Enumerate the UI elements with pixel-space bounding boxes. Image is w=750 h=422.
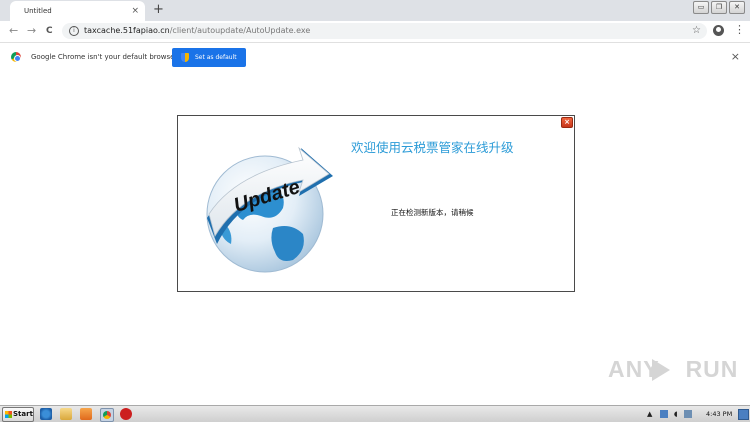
system-tray: ▲ ◖ (647, 406, 692, 422)
volume-icon[interactable]: ◖ (674, 410, 678, 418)
watermark-play-icon (652, 359, 670, 381)
shield-icon (181, 53, 189, 62)
warning-shield-icon[interactable] (120, 408, 132, 420)
page-content: × Update 欢迎使用云税票管家在线升级 正在检测新版本，请稍候 (0, 71, 750, 405)
new-tab-button[interactable]: + (153, 3, 164, 17)
chrome-logo-icon (11, 52, 21, 62)
dialog-close-button[interactable]: × (561, 117, 573, 128)
tab-close-icon[interactable]: × (131, 1, 139, 21)
menu-dots-icon[interactable]: ⋮ (734, 23, 745, 37)
update-dialog: × Update 欢迎使用云税票管家在线升级 正在检测新版本，请稍候 (177, 115, 575, 292)
tab-title: Untitled (24, 7, 52, 15)
profile-avatar-icon[interactable] (713, 25, 724, 36)
network-icon[interactable] (683, 410, 692, 418)
taskbar-clock[interactable]: 4:43 PM (706, 406, 732, 422)
flag-icon[interactable] (659, 410, 668, 418)
infobar-message: Google Chrome isn't your default browser (31, 53, 178, 61)
bookmark-star-icon[interactable]: ☆ (692, 23, 701, 39)
anyrun-watermark: ANY RUN (608, 356, 738, 383)
restore-button[interactable]: ❐ (711, 1, 727, 14)
browser-tab[interactable]: Untitled × (10, 1, 145, 21)
show-desktop-icon[interactable] (738, 409, 749, 420)
update-globe-graphic: Update (195, 136, 335, 276)
folder-icon[interactable] (60, 408, 72, 420)
infobar-close-icon[interactable]: × (731, 43, 740, 71)
update-status-text: 正在检测新版本，请稍候 (391, 208, 474, 217)
set-default-label: Set as default (195, 54, 237, 61)
set-default-button[interactable]: Set as default (172, 48, 246, 67)
start-button[interactable]: Start (2, 407, 34, 422)
browser-toolbar: ← → C i taxcache.51fapiao.cn/client/auto… (0, 21, 750, 42)
tray-expand-icon[interactable]: ▲ (647, 410, 652, 418)
chrome-icon (103, 411, 111, 419)
info-icon[interactable]: i (69, 26, 79, 36)
close-window-button[interactable]: ✕ (729, 1, 745, 14)
url-host: taxcache.51fapiao.cn (84, 26, 170, 35)
tab-strip: Untitled × + ▭ ❐ ✕ (0, 0, 750, 21)
start-label: Start (13, 410, 33, 418)
forward-button[interactable]: → (27, 23, 36, 39)
windows-taskbar: Start ▲ ◖ 4:43 PM (0, 405, 750, 422)
windows-logo-icon (5, 411, 12, 418)
minimize-button[interactable]: ▭ (693, 1, 709, 14)
address-bar[interactable]: i taxcache.51fapiao.cn/client/autoupdate… (62, 23, 707, 39)
url-text[interactable]: taxcache.51fapiao.cn/client/autoupdate/A… (84, 23, 310, 39)
back-button[interactable]: ← (9, 23, 18, 39)
media-player-icon[interactable] (80, 408, 92, 420)
reload-button[interactable]: C (46, 23, 53, 39)
ie-icon[interactable] (40, 408, 52, 420)
watermark-right: RUN (685, 356, 739, 382)
window-controls: ▭ ❐ ✕ (693, 1, 745, 14)
dialog-title: 欢迎使用云税票管家在线升级 (351, 140, 514, 155)
url-path: /client/autoupdate/AutoUpdate.exe (169, 26, 311, 35)
chrome-taskbar-button[interactable] (100, 408, 114, 422)
default-browser-infobar: Google Chrome isn't your default browser… (0, 42, 750, 72)
